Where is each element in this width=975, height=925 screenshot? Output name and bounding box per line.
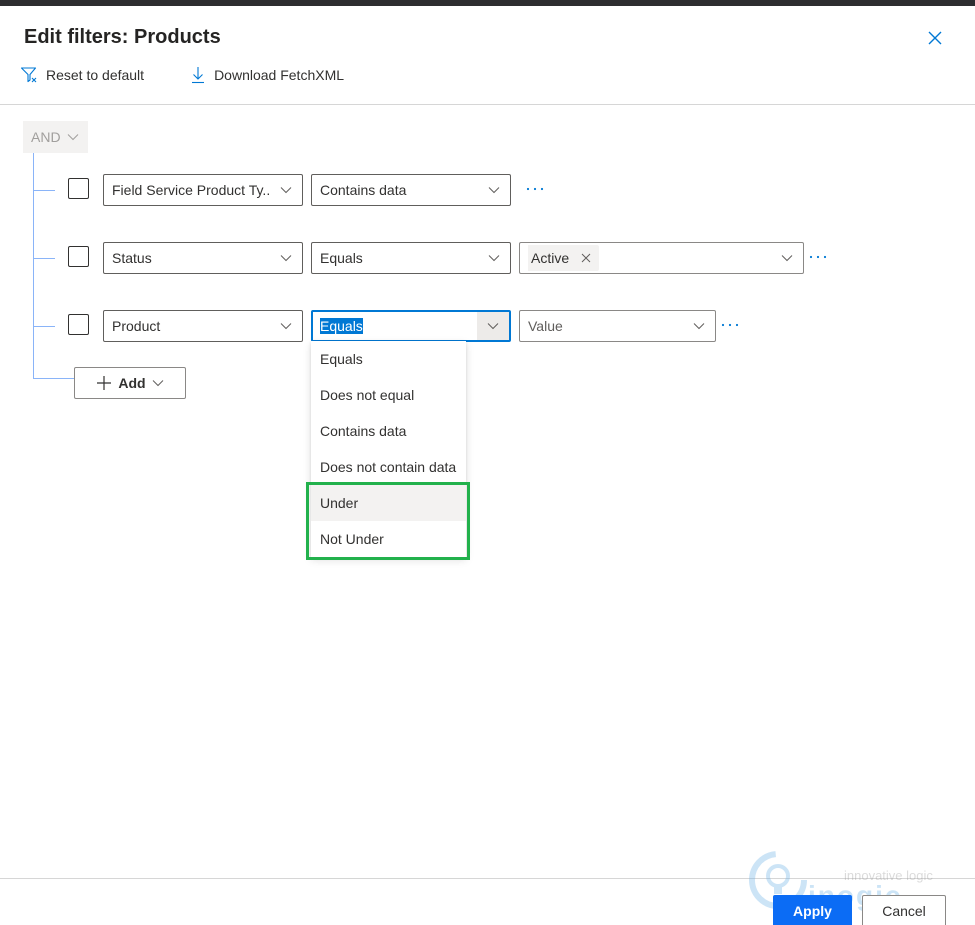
add-button-label: Add xyxy=(118,375,146,391)
row-3-checkbox[interactable] xyxy=(68,314,89,335)
reset-to-default-button[interactable]: Reset to default xyxy=(20,66,144,84)
value-chip-label: Active xyxy=(531,250,570,266)
tree-line-branch xyxy=(33,326,55,327)
more-icon xyxy=(721,323,739,327)
filter-clear-icon xyxy=(20,67,37,83)
tree-line-vertical xyxy=(33,153,34,378)
chevron-down-icon xyxy=(67,134,78,141)
dropdown-option[interactable]: Under xyxy=(311,485,466,521)
row-3-operator-select[interactable]: Equals xyxy=(311,310,511,342)
close-button[interactable] xyxy=(925,28,945,48)
row-1-operator-select[interactable]: Contains data xyxy=(311,174,511,206)
footer-divider xyxy=(0,878,975,879)
dropdown-option[interactable]: Not Under xyxy=(311,521,466,557)
chevron-down-icon xyxy=(280,323,292,330)
plus-icon xyxy=(97,376,112,390)
more-icon xyxy=(809,255,827,259)
chevron-down-icon xyxy=(152,380,163,387)
apply-button[interactable]: Apply xyxy=(773,895,852,925)
header-divider xyxy=(0,104,975,105)
dropdown-option[interactable]: Contains data xyxy=(311,413,466,449)
group-operator-label: AND xyxy=(31,129,61,145)
row-3-value-select[interactable]: Value xyxy=(519,310,716,342)
row-3-field-value: Product xyxy=(112,318,161,334)
chevron-down-icon xyxy=(487,323,499,330)
cancel-button[interactable]: Cancel xyxy=(862,895,946,925)
chevron-down-icon xyxy=(280,187,292,194)
chevron-down-icon xyxy=(781,255,793,262)
chevron-down-icon xyxy=(488,255,500,262)
row-2-field-select[interactable]: Status xyxy=(103,242,303,274)
operator-dropdown-menu: Equals Does not equal Contains data Does… xyxy=(311,341,466,557)
chevron-down-icon xyxy=(693,323,705,330)
row-2-operator-select[interactable]: Equals xyxy=(311,242,511,274)
dialog-title: Edit filters: Products xyxy=(24,26,221,48)
row-1-operator-value: Contains data xyxy=(320,182,407,198)
tree-line-branch xyxy=(33,190,55,191)
row-1-field-select[interactable]: Field Service Product Ty... xyxy=(103,174,303,206)
watermark-tagline: innovative logic xyxy=(844,868,933,883)
row-2-operator-value: Equals xyxy=(320,250,363,266)
row-3-operator-value: Equals xyxy=(320,318,363,334)
add-button[interactable]: Add xyxy=(74,367,186,399)
reset-to-default-label: Reset to default xyxy=(46,67,145,83)
more-icon xyxy=(526,187,544,191)
dropdown-option[interactable]: Does not equal xyxy=(311,377,466,413)
chevron-down-icon xyxy=(280,255,292,262)
row-2-field-value: Status xyxy=(112,250,152,266)
dropdown-option[interactable]: Equals xyxy=(311,341,466,377)
group-operator-button[interactable]: AND xyxy=(23,121,88,153)
download-fetchxml-button[interactable]: Download FetchXML xyxy=(190,66,344,84)
row-2-more-button[interactable] xyxy=(806,247,830,267)
download-fetchxml-label: Download FetchXML xyxy=(214,67,345,83)
row-1-checkbox[interactable] xyxy=(68,178,89,199)
row-3-more-button[interactable] xyxy=(718,315,742,335)
download-icon xyxy=(192,67,205,84)
chevron-down-icon xyxy=(488,187,500,194)
row-2-value-select[interactable]: Active xyxy=(519,242,804,274)
toolbar: Reset to default Download FetchXML xyxy=(20,64,344,86)
row-1-more-button[interactable] xyxy=(523,179,547,199)
row-3-field-select[interactable]: Product xyxy=(103,310,303,342)
value-chip: Active xyxy=(528,245,600,271)
remove-chip-button[interactable] xyxy=(581,253,591,263)
tree-line-branch xyxy=(33,258,55,259)
close-icon xyxy=(928,31,942,45)
close-icon xyxy=(581,253,591,263)
row-2-checkbox[interactable] xyxy=(68,246,89,267)
window-top-bar xyxy=(0,0,975,6)
dropdown-option[interactable]: Does not contain data xyxy=(311,449,466,485)
tree-line-branch xyxy=(33,378,75,379)
row-1-field-value: Field Service Product Ty... xyxy=(112,182,270,198)
row-3-value-placeholder: Value xyxy=(528,318,563,334)
